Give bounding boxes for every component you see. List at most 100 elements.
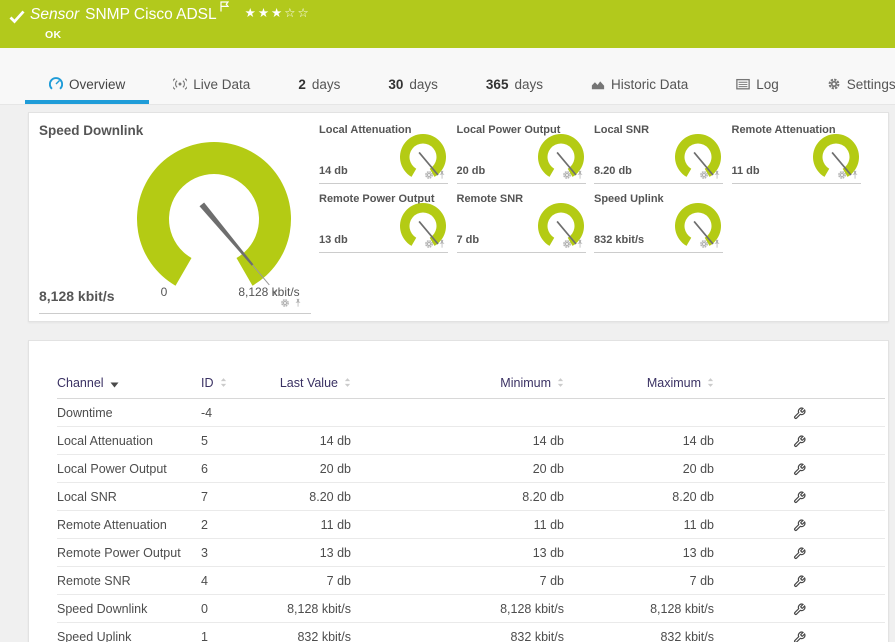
tab-label: days [409,76,438,92]
channel-name: Downtime [57,398,201,427]
channel-minimum: 8.20 db [351,482,564,511]
sensor-type-label: Sensor [30,6,80,23]
tab-label: Historic Data [610,76,689,92]
tab-label: days [514,76,543,92]
gear-icon[interactable] [699,239,709,249]
wrench-icon[interactable] [793,405,806,419]
column-header-maximum[interactable]: Maximum [564,368,714,399]
pin-icon[interactable] [575,170,585,180]
pin-icon[interactable] [437,239,447,249]
pin-icon[interactable] [850,170,860,180]
wrench-icon[interactable] [793,629,806,642]
mini-gauge-value: 7 db [456,234,480,246]
sort-both-icon [344,377,351,391]
table-header-row: Channel ID Last Value Minimum Maximum [57,368,885,399]
column-header-last-value[interactable]: Last Value [273,368,351,399]
channel-name: Remote SNR [57,566,201,595]
gauge-scale-max: 8,128 kbit/s [238,285,300,299]
sort-both-icon [557,377,564,391]
wrench-icon[interactable] [793,517,806,531]
pin-icon[interactable] [293,298,303,308]
flag-icon[interactable] [220,1,229,12]
gauge-scale-min: 0 [160,285,168,299]
gear-icon[interactable] [280,298,290,308]
primary-gauge-value: 8,128 kbit/s [39,288,115,304]
gear-icon[interactable] [424,170,434,180]
channel-minimum [351,398,564,427]
channel-name: Speed Uplink [57,622,201,642]
gauges-panel: Speed Downlink x 0 8,128 kbit/s 8,128 kb… [28,112,889,322]
gear-icon[interactable] [699,170,709,180]
status-badge: OK [45,29,62,41]
channel-minimum: 8,128 kbit/s [351,594,564,623]
tab-365-days[interactable]: 365 days [462,48,567,104]
mini-gauge-value: 13 db [319,234,348,246]
channel-maximum [564,398,714,427]
gear-icon [827,77,841,91]
gear-icon[interactable] [424,239,434,249]
channel-table: Channel ID Last Value Minimum Maximum Do… [57,368,885,642]
tab-label: days [311,76,341,92]
channel-last-value: 832 kbit/s [273,622,351,642]
wrench-icon[interactable] [793,461,806,475]
channel-id: 7 [201,482,273,511]
gear-icon[interactable] [837,170,847,180]
mini-gauge-local-attenuation: Local Attenuation 14 db [319,121,448,184]
tab-2-days[interactable]: 2 days [274,48,364,104]
wrench-icon[interactable] [793,433,806,447]
channel-last-value: 8,128 kbit/s [273,594,351,623]
pin-icon[interactable] [575,239,585,249]
column-header-channel[interactable]: Channel [57,368,201,399]
check-icon [9,10,25,24]
mini-gauge-remote-attenuation: Remote Attenuation 11 db [731,121,861,184]
column-header-minimum[interactable]: Minimum [351,368,564,399]
gauge-action-icons [699,239,722,249]
gauge-action-icons [562,170,585,180]
channel-maximum: 20 db [564,454,714,483]
column-header-id[interactable]: ID [201,368,273,399]
primary-gauge-dial: x [135,140,293,303]
live-data-icon [173,77,188,91]
channel-name: Local Power Output [57,454,201,483]
channel-maximum: 7 db [564,566,714,595]
pin-icon[interactable] [437,170,447,180]
table-row-speed-uplink: Speed Uplink 1 832 kbit/s 832 kbit/s 832 kbi… [57,622,885,642]
tab-log[interactable]: Log [712,48,803,104]
tab-settings[interactable]: Settings [803,48,895,104]
channel-minimum: 13 db [351,538,564,567]
pin-icon[interactable] [712,170,722,180]
channel-maximum: 13 db [564,538,714,567]
mini-gauge-value: 832 kbit/s [594,234,645,246]
channel-id: 5 [201,426,273,455]
wrench-icon[interactable] [793,489,806,503]
sort-both-icon [707,377,714,391]
tab-label: Live Data [193,76,251,92]
tab-historic-data[interactable]: Historic Data [567,48,712,104]
tab-label: Overview [69,76,126,92]
channel-last-value: 7 db [273,566,351,595]
table-row-local-power-output: Local Power Output 6 20 db 20 db 20 db [57,454,885,483]
gauge-action-icons [424,239,447,249]
tab-30-days[interactable]: 30 days [364,48,462,104]
table-row-speed-downlink: Speed Downlink 0 8,128 kbit/s 8,128 kbit/s 8… [57,594,885,623]
channel-minimum: 11 db [351,510,564,539]
wrench-icon[interactable] [793,545,806,559]
table-row-downtime: Downtime -4 [57,398,885,427]
mini-gauge-speed-uplink: Speed Uplink 832 kbit/s [594,190,723,253]
wrench-icon[interactable] [793,573,806,587]
channel-minimum: 832 kbit/s [351,622,564,642]
wrench-icon[interactable] [793,601,806,615]
gauge-action-icons [837,170,860,180]
channel-last-value: 11 db [273,510,351,539]
tab-overview[interactable]: Overview [25,48,150,104]
channel-name: Local Attenuation [57,426,201,455]
pin-icon[interactable] [712,239,722,249]
gear-icon[interactable] [562,239,572,249]
mini-gauge-grid: Local Attenuation 14 db Local Power Outpu… [319,121,877,259]
mini-gauge-title: Local SNR [594,124,650,136]
star-rating[interactable]: ★★★☆☆ [245,6,311,20]
gear-icon[interactable] [562,170,572,180]
gauge-icon [49,77,63,91]
sort-both-icon [220,377,227,391]
tab-live-data[interactable]: Live Data [149,48,274,104]
